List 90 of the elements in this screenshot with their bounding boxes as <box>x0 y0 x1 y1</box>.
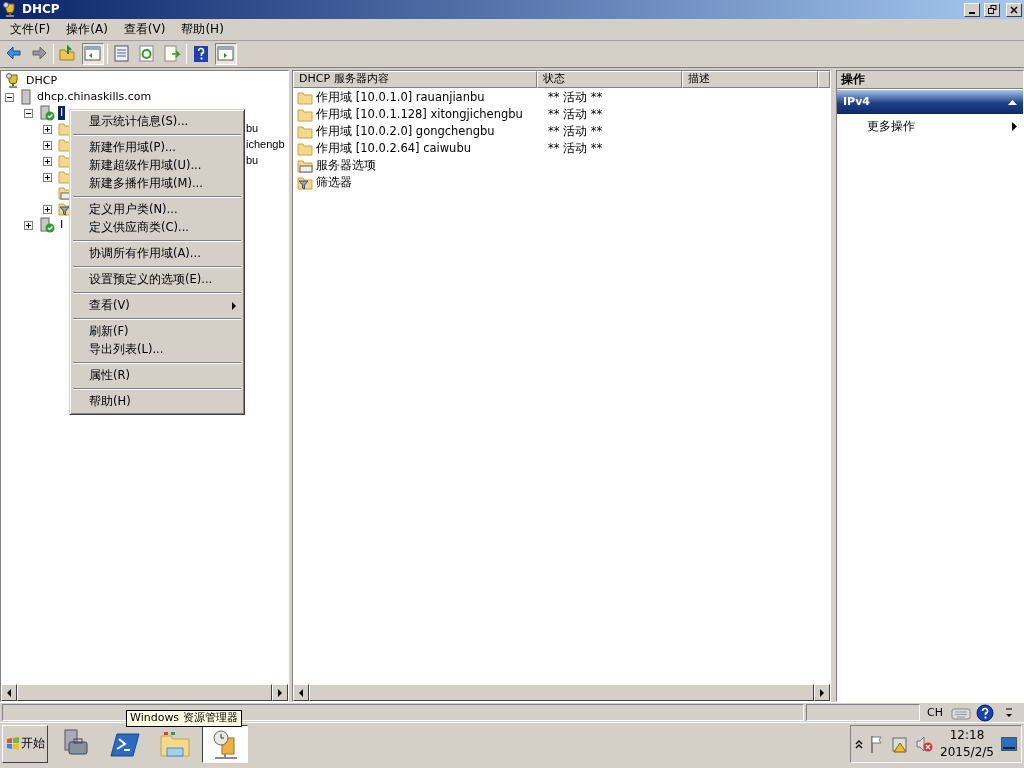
status-text: ** 活动 ** <box>548 107 603 122</box>
expand-icon[interactable] <box>43 156 52 166</box>
start-button[interactable]: 开始 <box>2 724 48 763</box>
list-item[interactable]: 服务器选项 <box>316 158 548 173</box>
options-caret-icon[interactable] <box>1005 707 1013 718</box>
scrollbar[interactable] <box>293 684 830 701</box>
scroll-left-icon[interactable] <box>298 688 304 697</box>
help-icon[interactable] <box>976 703 994 722</box>
list-item[interactable]: 作用域 [10.0.2.64] caiwubu <box>316 141 548 156</box>
tree-item[interactable]: I <box>58 106 66 120</box>
folder-icon <box>297 107 313 122</box>
filter-icon <box>297 175 313 190</box>
tree-item[interactable]: bu <box>246 154 259 168</box>
status-text: ** 活动 ** <box>548 90 603 105</box>
expand-icon[interactable] <box>43 124 52 134</box>
trophy-icon <box>2 1 18 18</box>
scrollbar[interactable] <box>1 684 288 701</box>
expand-icon[interactable] <box>24 220 33 230</box>
properties-icon[interactable] <box>113 45 131 63</box>
menu-item[interactable]: 帮助(H) <box>72 393 242 411</box>
show-hidden-icons-icon[interactable] <box>855 738 863 749</box>
folder-icon <box>297 90 313 105</box>
section-header[interactable]: IPv4 <box>837 90 1023 114</box>
tree-item[interactable]: bu <box>246 122 259 136</box>
menu-item[interactable]: 帮助(H) <box>173 22 232 37</box>
minimize-button[interactable] <box>964 2 980 17</box>
menu-item[interactable]: 刷新(F) <box>72 323 242 341</box>
status-text: ** 活动 ** <box>548 141 603 156</box>
server-check-icon <box>39 105 55 121</box>
menu-item[interactable]: 显示统计信息(S)... <box>72 113 242 131</box>
menu-item[interactable]: 定义用户类(N)... <box>72 201 242 219</box>
menu-item[interactable]: 新建超级作用域(U)... <box>72 157 242 175</box>
list-item[interactable]: 作用域 [10.0.2.0] gongchengbu <box>316 124 548 139</box>
status-text: ** 活动 ** <box>548 124 603 139</box>
scroll-left-icon[interactable] <box>6 688 12 697</box>
pane-toggle-icon[interactable] <box>217 45 235 63</box>
scroll-right-icon[interactable] <box>277 688 283 697</box>
close-icon[interactable] <box>1010 5 1018 14</box>
menu-item[interactable]: 查看(V) <box>115 22 174 37</box>
column-header[interactable]: 描述 <box>681 71 818 88</box>
folder-up-icon[interactable] <box>59 45 77 63</box>
menu-item[interactable]: 查看(V) <box>72 297 242 315</box>
expand-icon[interactable] <box>43 172 52 182</box>
collapse-icon[interactable] <box>24 108 33 118</box>
scroll-right-icon[interactable] <box>819 688 825 697</box>
export-list-icon[interactable] <box>163 45 181 63</box>
list-item[interactable]: 作用域 [10.0.1.128] xitongjichengbu <box>316 107 548 122</box>
language-indicator[interactable]: CH <box>922 703 948 722</box>
collapse-icon[interactable] <box>5 92 14 102</box>
menu-item[interactable]: 导出列表(L)... <box>72 341 242 359</box>
server-icon <box>20 89 32 105</box>
folder-icon <box>297 124 313 139</box>
menu-item[interactable]: 新建作用域(P)... <box>72 139 242 157</box>
help-icon[interactable] <box>192 45 210 63</box>
flag-icon[interactable] <box>869 734 885 753</box>
menu-item[interactable]: 操作(A) <box>58 22 116 37</box>
column-header[interactable]: 状态 <box>537 71 682 88</box>
menu-item[interactable]: 协调所有作用域(A)... <box>72 245 242 263</box>
server-check-icon <box>39 217 55 233</box>
show-desktop-icon[interactable] <box>1001 736 1017 751</box>
pane-toggle-icon[interactable] <box>84 45 102 63</box>
expand-icon[interactable] <box>43 204 52 214</box>
tooltip: Windows 资源管理器 <box>126 710 242 727</box>
close-button[interactable] <box>1006 2 1022 17</box>
action-link[interactable]: 更多操作 <box>867 118 915 134</box>
collapse-arrow-icon[interactable] <box>1008 99 1017 105</box>
folder-icon <box>297 141 313 156</box>
clock-date[interactable]: 2015/2/5 <box>939 743 995 761</box>
actions-header: 操作 <box>837 71 1023 89</box>
windows-logo-icon <box>5 736 20 751</box>
tree-item[interactable]: DHCP <box>24 74 60 88</box>
list-item[interactable]: 作用域 [10.0.1.0] rauanjianbu <box>316 90 548 105</box>
menu-item[interactable]: 设置预定义的选项(E)... <box>72 271 242 289</box>
menu-item[interactable]: 文件(F) <box>2 22 59 37</box>
tree-item[interactable]: dhcp.chinaskills.com <box>35 90 154 104</box>
menu-item[interactable]: 新建多播作用域(M)... <box>72 175 242 193</box>
tree-item[interactable]: ichengb <box>246 138 285 152</box>
list-item[interactable]: 筛选器 <box>316 175 548 190</box>
folder-options-icon <box>297 158 313 173</box>
column-header[interactable]: DHCP 服务器内容 <box>293 71 538 88</box>
network-warning-icon[interactable] <box>891 734 909 753</box>
tree-item[interactable]: I <box>58 218 66 232</box>
speaker-muted-icon[interactable] <box>915 734 933 753</box>
menu-item[interactable]: 属性(R) <box>72 367 242 385</box>
trophy-icon <box>5 73 21 89</box>
menu-item[interactable]: 定义供应商类(C)... <box>72 219 242 237</box>
refresh-icon[interactable] <box>138 45 156 63</box>
expand-icon[interactable] <box>43 140 52 150</box>
clock-time[interactable]: 12:18 <box>939 726 995 744</box>
window-title: DHCP <box>22 2 60 17</box>
